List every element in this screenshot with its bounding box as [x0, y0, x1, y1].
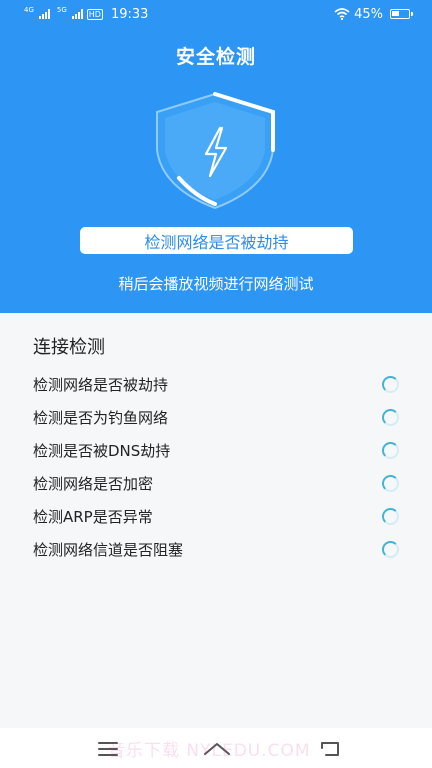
checks-panel: 连接检测 检测网络是否被劫持 检测是否为钓鱼网络 检测是否被DNS劫持 检测网络… — [0, 313, 432, 728]
check-label: 检测网络是否被劫持 — [33, 376, 169, 394]
list-item: 检测是否为钓鱼网络 — [0, 401, 432, 434]
list-item: 检测网络是否被劫持 — [0, 368, 432, 401]
header-hero: 4G 5G HD 19:33 45% 安全检测 检测网络是否被劫持 稍后会播放视… — [0, 0, 432, 313]
hint-text: 稍后会播放视频进行网络测试 — [118, 275, 314, 293]
back-icon[interactable] — [318, 738, 342, 760]
check-label: 检测是否被DNS劫持 — [33, 442, 171, 460]
hd-badge: HD — [86, 8, 103, 20]
loading-spinner-icon — [382, 475, 399, 492]
list-item: 检测网络是否加密 — [0, 467, 432, 500]
current-check-label: 检测网络是否被劫持 — [80, 227, 353, 254]
section-title: 连接检测 — [33, 337, 105, 358]
loading-spinner-icon — [382, 409, 399, 426]
battery-percent: 45% — [354, 6, 383, 22]
status-bar: 4G 5G HD 19:33 45% — [0, 0, 432, 28]
check-label: 检测ARP是否异常 — [33, 508, 153, 526]
check-label: 检测网络是否加密 — [33, 475, 154, 493]
network-type-label-1: 4G — [24, 5, 34, 14]
loading-spinner-icon — [382, 508, 399, 525]
loading-spinner-icon — [382, 376, 399, 393]
list-item: 检测网络信道是否阻塞 — [0, 533, 432, 566]
check-list: 检测网络是否被劫持 检测是否为钓鱼网络 检测是否被DNS劫持 检测网络是否加密 … — [0, 368, 432, 566]
loading-spinner-icon — [382, 442, 399, 459]
page-title: 安全检测 — [175, 46, 256, 68]
check-label: 检测网络信道是否阻塞 — [33, 541, 184, 559]
signal-icon — [38, 9, 50, 19]
signal-icon — [71, 9, 83, 19]
check-label: 检测是否为钓鱼网络 — [33, 409, 169, 427]
watermark-text: 音乐下载 NYLEDU.COM — [108, 741, 311, 761]
network-type-label-2: 5G — [56, 5, 67, 14]
list-item: 检测是否被DNS劫持 — [0, 434, 432, 467]
battery-icon — [390, 9, 413, 19]
status-time: 19:33 — [110, 6, 149, 22]
wifi-icon — [334, 8, 350, 20]
list-item: 检测ARP是否异常 — [0, 500, 432, 533]
loading-spinner-icon — [382, 541, 399, 558]
shield-lightning-icon — [156, 92, 275, 210]
